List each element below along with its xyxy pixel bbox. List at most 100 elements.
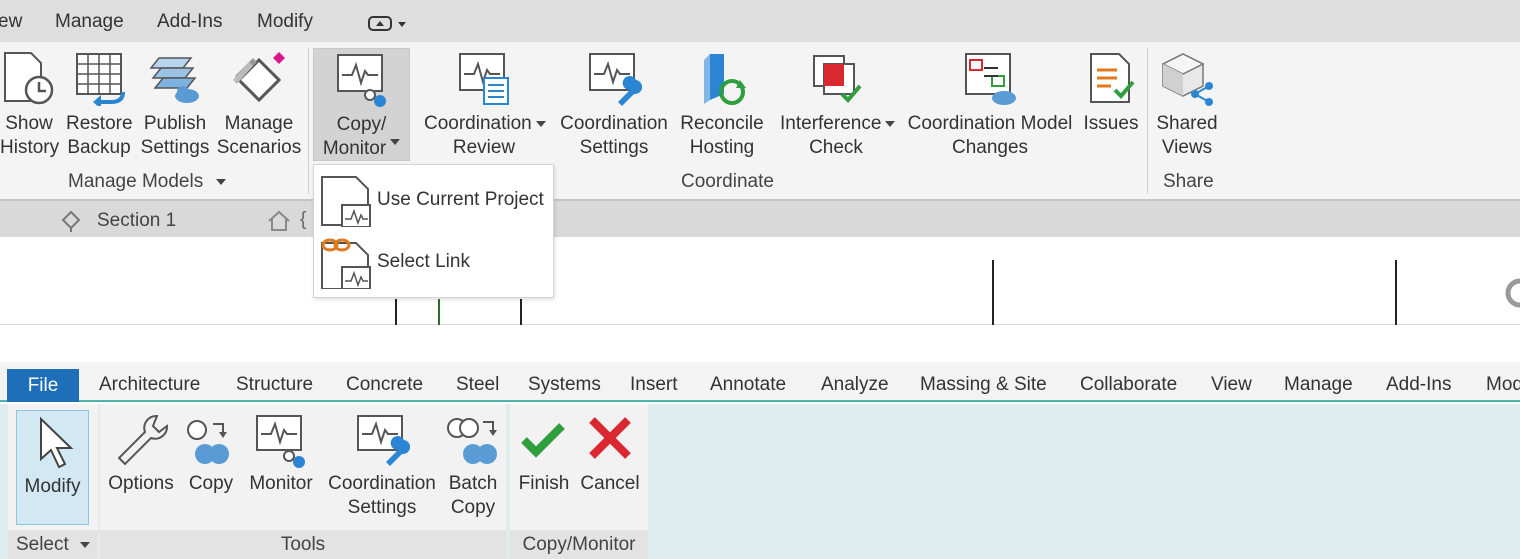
tab-view[interactable]: ew bbox=[0, 11, 22, 33]
coordination-settings-icon bbox=[589, 53, 642, 106]
restore-backup-button[interactable]: Restore Backup bbox=[66, 50, 133, 160]
cancel-label: Cancel bbox=[580, 473, 640, 494]
chevron-down-icon bbox=[216, 178, 227, 185]
reconcile-hosting-button[interactable]: Reconcile Hosting bbox=[678, 50, 766, 160]
shared-views-line1: Shared bbox=[1156, 113, 1218, 134]
manage-scenarios-button[interactable]: Manage Scenarios bbox=[216, 50, 302, 160]
view-cube-icon[interactable] bbox=[1494, 277, 1520, 309]
tab-architecture[interactable]: Architecture bbox=[99, 374, 200, 396]
tab-add-ins[interactable]: Add-Ins bbox=[157, 11, 222, 33]
tab-add-ins[interactable]: Add-Ins bbox=[1386, 374, 1451, 396]
tab-structure[interactable]: Structure bbox=[236, 374, 313, 396]
coordination-model-changes-line2: Changes bbox=[951, 137, 1029, 158]
chevron-down-icon bbox=[390, 138, 401, 145]
manage-scenarios-line2: Scenarios bbox=[216, 137, 302, 158]
cancel-button[interactable]: Cancel bbox=[578, 412, 642, 496]
tab-modify[interactable]: Mod bbox=[1486, 374, 1520, 396]
batch-copy-line1: Batch bbox=[448, 473, 498, 494]
options-button[interactable]: Options bbox=[104, 412, 178, 496]
show-history-button[interactable]: Show History bbox=[0, 50, 59, 160]
use-current-project-icon bbox=[321, 176, 371, 227]
tab-manage[interactable]: Manage bbox=[55, 11, 124, 33]
tab-steel[interactable]: Steel bbox=[456, 374, 499, 396]
group-divider bbox=[1147, 48, 1148, 194]
modify-button[interactable]: Modify bbox=[16, 410, 89, 525]
select-link-icon bbox=[321, 238, 371, 289]
coordination-settings-line2: Settings bbox=[579, 137, 649, 158]
tools-group-label: Tools bbox=[100, 530, 506, 559]
use-current-project-menu-item[interactable]: Use Current Project bbox=[314, 169, 553, 229]
cursor-arrow-icon bbox=[39, 416, 73, 469]
copy-monitor-line2: Monitor bbox=[314, 137, 409, 161]
copy-elements-icon bbox=[187, 420, 229, 464]
home-icon[interactable] bbox=[266, 209, 292, 233]
grid-line bbox=[395, 299, 397, 325]
select-link-menu-item[interactable]: Select Link bbox=[314, 233, 553, 293]
copy-monitor-line1: Copy/ bbox=[336, 114, 387, 135]
tab-systems[interactable]: Systems bbox=[528, 374, 601, 396]
monitor-label: Monitor bbox=[249, 473, 313, 494]
manage-models-group-label[interactable]: Manage Models bbox=[68, 171, 227, 193]
publish-settings-button[interactable]: Publish Settings bbox=[140, 50, 210, 160]
publish-settings-icon bbox=[149, 57, 199, 103]
coordination-settings-tool-line1: Coordination bbox=[328, 473, 436, 494]
copy-monitor-dropdown-menu: Use Current Project Select Link bbox=[313, 164, 554, 298]
tab-massing-site[interactable]: Massing & Site bbox=[920, 374, 1047, 396]
copy-monitor-icon bbox=[336, 54, 386, 107]
select-group-label[interactable]: Select bbox=[8, 530, 98, 559]
tab-file[interactable]: File bbox=[7, 369, 79, 402]
batch-copy-icon bbox=[447, 418, 497, 464]
interference-check-line2: Check bbox=[809, 137, 863, 158]
restore-backup-line2: Backup bbox=[67, 137, 131, 158]
shared-views-button[interactable]: Shared Views bbox=[1152, 50, 1222, 160]
tab-analyze[interactable]: Analyze bbox=[821, 374, 889, 396]
issues-line1: Issues bbox=[1083, 113, 1139, 134]
tab-manage[interactable]: Manage bbox=[1284, 374, 1353, 396]
coordination-settings-tool-button[interactable]: Coordination Settings bbox=[324, 412, 440, 520]
close-icon bbox=[589, 417, 631, 459]
reconcile-hosting-line2: Hosting bbox=[689, 137, 755, 158]
grid-line bbox=[1395, 260, 1397, 325]
copy-label: Copy bbox=[188, 473, 234, 494]
tab-concrete[interactable]: Concrete bbox=[346, 374, 423, 396]
separator-strip bbox=[0, 325, 1520, 362]
tab-insert[interactable]: Insert bbox=[630, 374, 678, 396]
restore-backup-line1: Restore bbox=[66, 113, 133, 134]
wrench-icon bbox=[117, 415, 168, 466]
tab-view[interactable]: View bbox=[1211, 374, 1252, 396]
group-divider bbox=[308, 48, 309, 194]
coordination-model-changes-line1: Coordination Model bbox=[907, 113, 1073, 134]
select-link-label: Select Link bbox=[377, 251, 470, 272]
batch-copy-button[interactable]: Batch Copy bbox=[442, 412, 504, 520]
coordination-review-line1: Coordination bbox=[424, 112, 546, 136]
view-tab-bar: Section 1 { bbox=[0, 199, 1520, 237]
finish-button[interactable]: Finish bbox=[514, 412, 574, 496]
coordination-review-button[interactable]: Coordination Review bbox=[424, 50, 546, 160]
interference-check-button[interactable]: Interference Check bbox=[780, 50, 896, 160]
shared-views-icon bbox=[1161, 53, 1213, 106]
quick-access-dropdown[interactable] bbox=[368, 14, 408, 37]
history-icon bbox=[4, 52, 54, 105]
interference-check-icon bbox=[813, 55, 862, 103]
issues-button[interactable]: Issues bbox=[1082, 50, 1140, 136]
top-ribbon-tab-bar: ew Manage Add-Ins Modify bbox=[0, 0, 1520, 42]
coordination-settings-tool-line2: Settings bbox=[347, 497, 417, 518]
coordination-settings-line1: Coordination bbox=[560, 113, 668, 134]
grid-line bbox=[992, 260, 994, 325]
copy-monitor-button[interactable]: Copy/ Monitor bbox=[313, 48, 410, 161]
monitor-icon bbox=[256, 415, 305, 468]
coordination-model-changes-button[interactable]: Coordination Model Changes bbox=[902, 50, 1078, 160]
publish-settings-line2: Settings bbox=[140, 137, 210, 158]
keyboard-display-icon bbox=[368, 16, 406, 31]
view-tab-section-1[interactable]: Section 1 bbox=[97, 210, 176, 232]
shared-views-line2: Views bbox=[1161, 137, 1213, 158]
tab-annotate[interactable]: Annotate bbox=[710, 374, 786, 396]
reconcile-hosting-icon bbox=[704, 54, 746, 105]
coordinate-group-label: Coordinate bbox=[681, 171, 774, 192]
tab-modify[interactable]: Modify bbox=[257, 11, 313, 33]
drawing-canvas[interactable] bbox=[0, 237, 1520, 325]
monitor-button[interactable]: Monitor bbox=[244, 412, 318, 496]
tab-collaborate[interactable]: Collaborate bbox=[1080, 374, 1177, 396]
coordination-settings-button[interactable]: Coordination Settings bbox=[555, 50, 673, 160]
copy-button[interactable]: Copy bbox=[182, 412, 240, 496]
